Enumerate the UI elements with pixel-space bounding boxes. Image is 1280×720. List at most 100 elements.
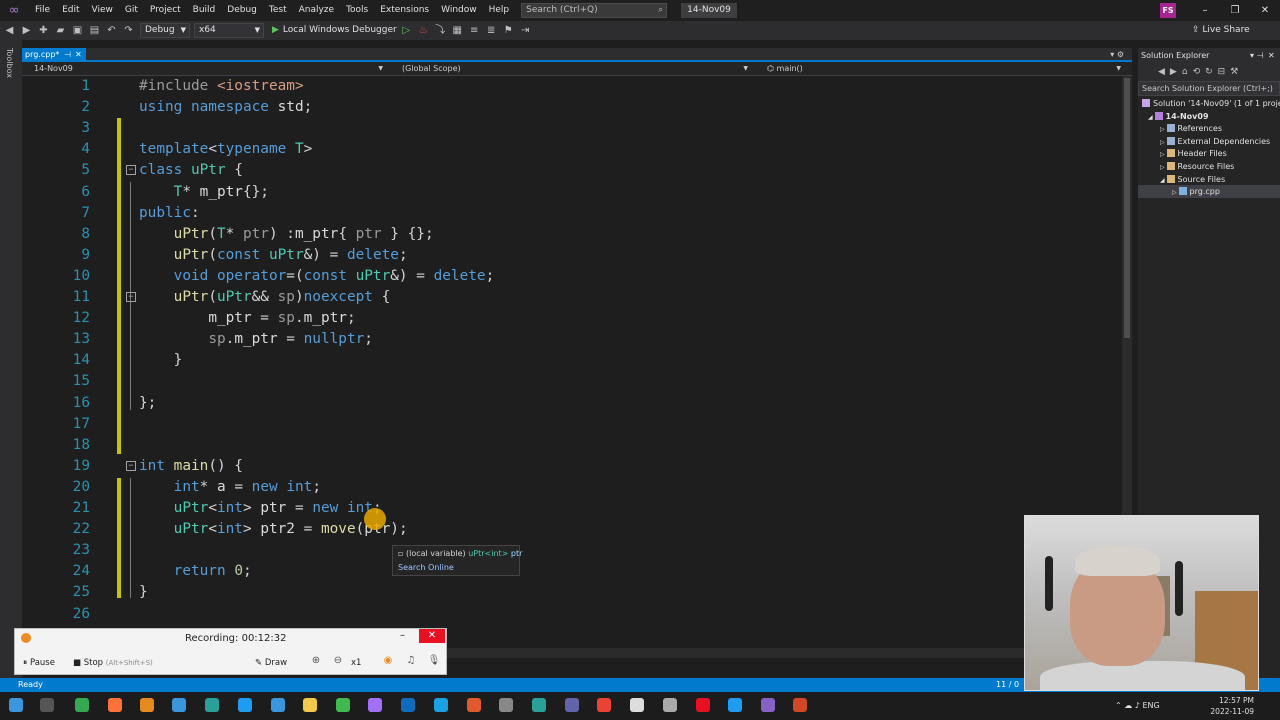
tree-item[interactable]: ▷ Header Files [1138,147,1280,160]
tree-item[interactable]: ◢ Source Files [1138,173,1280,186]
code-line[interactable]: 10 void operator=(const uPtr&) = delete; [22,266,1122,287]
search-icon[interactable]: ⌕ [658,4,663,17]
search-input[interactable]: Search (Ctrl+Q) ⌕ [521,3,668,18]
scroll-thumb[interactable] [1124,78,1130,338]
windows-start-icon[interactable] [9,698,23,712]
microphone-icon[interactable]: 🎙 [427,654,441,668]
search-online-link[interactable]: Search Online [398,563,454,572]
minimize-icon[interactable]: – [1190,0,1220,21]
tree-item[interactable]: ◢ 14-Nov09 [1138,110,1280,123]
stop-button[interactable]: ■ Stop (Alt+Shift+S) [73,658,153,668]
tab-list-dropdown-icon[interactable]: ▾ ⚙ [1110,48,1124,62]
code-line[interactable]: 15 [22,371,1122,392]
menu-file[interactable]: File [29,0,56,21]
menu-test[interactable]: Test [263,0,293,21]
code-line[interactable]: 4 template<typename T> [22,139,1122,160]
code-line[interactable]: 2 using namespace std; [22,97,1122,118]
edge-icon[interactable] [238,698,252,712]
app-icon[interactable] [663,698,677,712]
forward-icon[interactable]: ▶ [19,23,34,38]
close-icon[interactable]: ✕ [1250,0,1280,21]
task-view-icon[interactable] [40,698,54,712]
code-line[interactable]: 3 [22,118,1122,139]
properties-icon[interactable]: ⚒ [1230,67,1243,77]
collapse-icon[interactable]: − [126,292,136,302]
draw-button[interactable]: ✎ Draw [255,658,287,668]
bookmark-next-icon[interactable]: ⇥ [518,23,533,38]
code-line[interactable]: 26 [22,604,1122,625]
save-icon[interactable]: ▣ [70,23,85,38]
sync-icon[interactable]: ⟲ [1193,67,1206,77]
code-line[interactable]: 17 [22,414,1122,435]
back-icon[interactable]: ◀ [1158,67,1170,77]
uncomment-icon[interactable]: ≣ [484,23,499,38]
start-debugging-button[interactable]: ▶ Local Windows Debugger [272,23,397,38]
close-panel-icon[interactable]: ✕ [1268,48,1275,63]
app-icon[interactable] [630,698,644,712]
app-icon[interactable] [728,698,742,712]
visual-studio-icon[interactable] [761,698,775,712]
app-icon[interactable] [205,698,219,712]
pause-button[interactable]: ⏸ Pause [23,658,55,668]
save-all-icon[interactable]: ▤ [87,23,102,38]
live-share-button[interactable]: ⇪ Live Share [1192,21,1250,40]
menu-help[interactable]: Help [483,0,516,21]
app-icon[interactable] [467,698,481,712]
tree-item[interactable]: ▷ References [1138,122,1280,135]
explorer-icon[interactable] [303,698,317,712]
pin-icon[interactable]: ⊣ [64,48,71,61]
close-tab-icon[interactable]: ✕ [75,48,82,61]
webcam-icon[interactable]: ◉ [381,654,395,668]
menu-analyze[interactable]: Analyze [293,0,340,21]
code-line[interactable]: 14 } [22,350,1122,371]
app-icon[interactable] [532,698,546,712]
hot-reload-icon[interactable]: ♨ [416,23,431,38]
firefox-icon[interactable] [108,698,122,712]
ie-icon[interactable] [434,698,448,712]
new-item-icon[interactable]: ✚ [36,23,51,38]
code-line[interactable]: 7 public: [22,203,1122,224]
network-icon[interactable]: ☁ [1124,701,1135,710]
tree-item[interactable]: ▷ External Dependencies [1138,135,1280,148]
code-line[interactable]: 25} [22,582,1122,603]
comment-icon[interactable]: ≡ [467,23,482,38]
project-dropdown[interactable]: 14-Nov09 ▼ [22,62,387,75]
platform-dropdown[interactable]: x64 ▼ [194,23,264,38]
camera-icon[interactable] [499,698,513,712]
menu-window[interactable]: Window [435,0,483,21]
undo-icon[interactable]: ↶ [104,23,119,38]
zoom-out-icon[interactable]: ⊖ [331,654,345,668]
forward-icon[interactable]: ▶ [1170,67,1182,77]
code-line[interactable]: 21 uPtr<int> ptr = new int; [22,498,1122,519]
app-icon[interactable] [140,698,154,712]
menu-debug[interactable]: Debug [221,0,263,21]
code-line[interactable]: 9 uPtr(const uPtr&) = delete; [22,245,1122,266]
collapse-icon[interactable]: − [126,165,136,176]
teams-icon[interactable] [565,698,579,712]
code-line[interactable]: 13 sp.m_ptr = nullptr; [22,329,1122,350]
menu-project[interactable]: Project [144,0,187,21]
chrome-icon[interactable] [597,698,611,712]
powerpoint-icon[interactable] [793,698,807,712]
minimize-icon[interactable]: – [400,630,405,641]
tree-item[interactable]: ▷ prg.cpp [1138,185,1280,199]
app-icon[interactable] [336,698,350,712]
app-icon[interactable] [368,698,382,712]
menu-edit[interactable]: Edit [56,0,85,21]
tree-item[interactable]: Solution '14-Nov09' (1 of 1 project) [1138,97,1280,110]
clock[interactable]: 12:57 PM 2022-11-09 [1196,695,1254,717]
language-indicator[interactable]: ENG [1142,701,1159,710]
collapse-all-icon[interactable]: ⊟ [1218,67,1231,77]
outlook-icon[interactable] [401,698,415,712]
code-line[interactable]: 24 return 0; [22,561,1122,582]
code-line[interactable]: 8 uPtr(T* ptr) :m_ptr{ ptr } {}; [22,224,1122,245]
pin-icon[interactable]: ▾ ⊣ [1250,48,1264,63]
code-line[interactable]: 6 T* m_ptr{}; [22,182,1122,203]
open-icon[interactable]: ▰ [53,23,68,38]
code-line[interactable]: 20 int* a = new int; [22,477,1122,498]
refresh-icon[interactable]: ↻ [1205,67,1218,77]
breakpoint-window-icon[interactable]: ▦ [450,23,465,38]
redo-icon[interactable]: ↷ [121,23,136,38]
maximize-icon[interactable]: ❐ [1220,0,1250,21]
collapse-icon[interactable]: − [126,460,136,471]
